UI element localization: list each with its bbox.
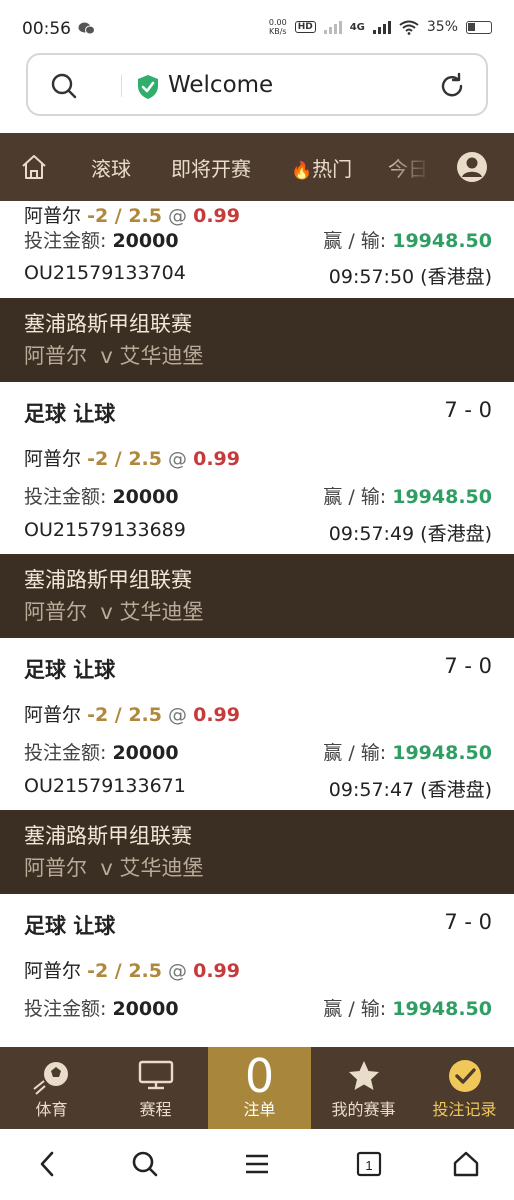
nav-upcoming[interactable]: 即将开赛 <box>171 153 251 182</box>
bet-selection-row: 阿普尔 -2 / 2.5 @ 0.99 <box>24 704 240 726</box>
net-speed: 0.00 KB/s <box>268 18 287 36</box>
tab-schedule[interactable]: 赛程 <box>104 1047 207 1129</box>
match-teams: 阿普尔 v 艾华迪堡 <box>24 344 204 368</box>
menu-icon[interactable] <box>243 1150 271 1178</box>
match-teams: 阿普尔 v 艾华迪堡 <box>24 600 204 624</box>
order-id: OU21579133689 <box>24 519 186 541</box>
bet-time: 09:57:49 (香港盘) <box>328 523 492 545</box>
bet-selection-row: 阿普尔 -2 / 2.5 @ 0.99 <box>24 960 240 982</box>
league-header[interactable]: 塞浦路斯甲组联赛 阿普尔 v 艾华迪堡 <box>0 554 514 638</box>
score: 7 - 0 <box>444 910 492 934</box>
bet-type-row: 足球 让球 7 - 0 <box>24 654 492 684</box>
top-nav: 滚球 即将开赛 🔥热门 今日 <box>0 133 514 201</box>
bet-selection-row: 阿普尔 -2 / 2.5 @ 0.99 <box>24 448 240 470</box>
bet-id-row: OU21579133671 09:57:47 (香港盘) <box>24 775 492 801</box>
address-bar[interactable]: Welcome <box>26 53 488 116</box>
league-header[interactable]: 塞浦路斯甲组联赛 阿普尔 v 艾华迪堡 <box>0 810 514 894</box>
nav-fade <box>380 133 440 201</box>
home-icon[interactable] <box>20 153 48 181</box>
fire-icon: 🔥 <box>291 161 313 181</box>
user-icon[interactable] <box>455 150 489 184</box>
betslip-count: 0 <box>244 1049 275 1103</box>
order-id: OU21579133671 <box>24 775 186 797</box>
order-id: OU21579133704 <box>24 262 186 284</box>
bet-amount-row: 投注金额: 20000 赢 / 输: 19948.50 <box>24 998 492 1020</box>
tab-betslip[interactable]: 0 注单 <box>208 1047 311 1129</box>
bottom-tab-bar: 体育 赛程 0 注单 我的赛事 投注记录 <box>0 1047 514 1129</box>
bet-card: 阿普尔 -2 / 2.5 @ 0.99 投注金额: 20000 赢 / 输: 1… <box>0 201 514 291</box>
bet-id-row: OU21579133689 09:57:49 (香港盘) <box>24 519 492 545</box>
nav-hot[interactable]: 🔥热门 <box>291 153 352 182</box>
system-nav-bar: 1 <box>0 1129 514 1200</box>
tab-bet-history[interactable]: 投注记录 <box>413 1047 514 1129</box>
network-type: 4G <box>349 21 365 33</box>
wifi-icon <box>399 20 419 35</box>
status-time: 00:56 <box>22 19 71 39</box>
bet-time: 09:57:50 (香港盘) <box>328 266 492 288</box>
reload-icon[interactable] <box>438 72 466 100</box>
star-icon <box>348 1061 379 1090</box>
bet-amount-row: 投注金额: 20000 赢 / 输: 19948.50 <box>24 230 492 252</box>
bet-type-row: 足球 让球 7 - 0 <box>24 910 492 940</box>
search-icon[interactable] <box>50 72 78 100</box>
bet-amount-row: 投注金额: 20000 赢 / 输: 19948.50 <box>24 742 492 764</box>
bet-amount-row: 投注金额: 20000 赢 / 输: 19948.50 <box>24 486 492 508</box>
monitor-icon <box>138 1060 173 1090</box>
bet-card: 足球 让球 7 - 0 阿普尔 -2 / 2.5 @ 0.99 投注金额: 20… <box>0 894 514 1047</box>
bet-selection-row: 阿普尔 -2 / 2.5 @ 0.99 <box>24 205 240 227</box>
bet-type: 足球 让球 <box>24 658 116 682</box>
bet-time: 09:57:47 (香港盘) <box>328 779 492 801</box>
bet-card: 足球 让球 7 - 0 阿普尔 -2 / 2.5 @ 0.99 投注金额: 20… <box>0 382 514 554</box>
score: 7 - 0 <box>444 654 492 678</box>
match-teams: 阿普尔 v 艾华迪堡 <box>24 856 204 880</box>
battery-icon <box>466 20 492 34</box>
separator <box>121 75 122 97</box>
home-icon[interactable] <box>452 1150 480 1178</box>
league-name: 塞浦路斯甲组联赛 <box>24 824 192 848</box>
shield-check-icon <box>138 75 158 99</box>
nav-live[interactable]: 滚球 <box>91 153 131 182</box>
search-icon[interactable] <box>131 1150 159 1178</box>
back-icon[interactable] <box>36 1150 58 1178</box>
tabs-count-icon[interactable]: 1 <box>356 1150 382 1178</box>
tab-my-events[interactable]: 我的赛事 <box>312 1047 415 1129</box>
bet-id-row: OU21579133704 09:57:50 (香港盘) <box>24 262 492 288</box>
bet-list[interactable]: 阿普尔 -2 / 2.5 @ 0.99 投注金额: 20000 赢 / 输: 1… <box>0 201 514 1047</box>
svg-text:1: 1 <box>365 1158 372 1173</box>
hd-badge: HD <box>294 21 316 33</box>
league-header[interactable]: 塞浦路斯甲组联赛 阿普尔 v 艾华迪堡 <box>0 298 514 382</box>
league-name: 塞浦路斯甲组联赛 <box>24 312 192 336</box>
status-bar: 00:56 0.00 KB/s HD 4G 35% <box>0 0 514 58</box>
check-circle-icon <box>448 1060 481 1092</box>
bet-card: 足球 让球 7 - 0 阿普尔 -2 / 2.5 @ 0.99 投注金额: 20… <box>0 638 514 810</box>
bet-type: 足球 让球 <box>24 402 116 426</box>
league-name: 塞浦路斯甲组联赛 <box>24 568 192 592</box>
score: 7 - 0 <box>444 398 492 422</box>
wechat-icon <box>78 22 95 35</box>
battery-percent: 35% <box>426 19 458 35</box>
tab-sports[interactable]: 体育 <box>0 1047 103 1129</box>
bet-type-row: 足球 让球 7 - 0 <box>24 398 492 428</box>
signal-icon-2 <box>372 20 391 34</box>
bet-type: 足球 让球 <box>24 914 116 938</box>
soccer-ball-icon <box>32 1062 68 1095</box>
page-title: Welcome <box>168 72 274 98</box>
signal-icon <box>323 20 342 34</box>
